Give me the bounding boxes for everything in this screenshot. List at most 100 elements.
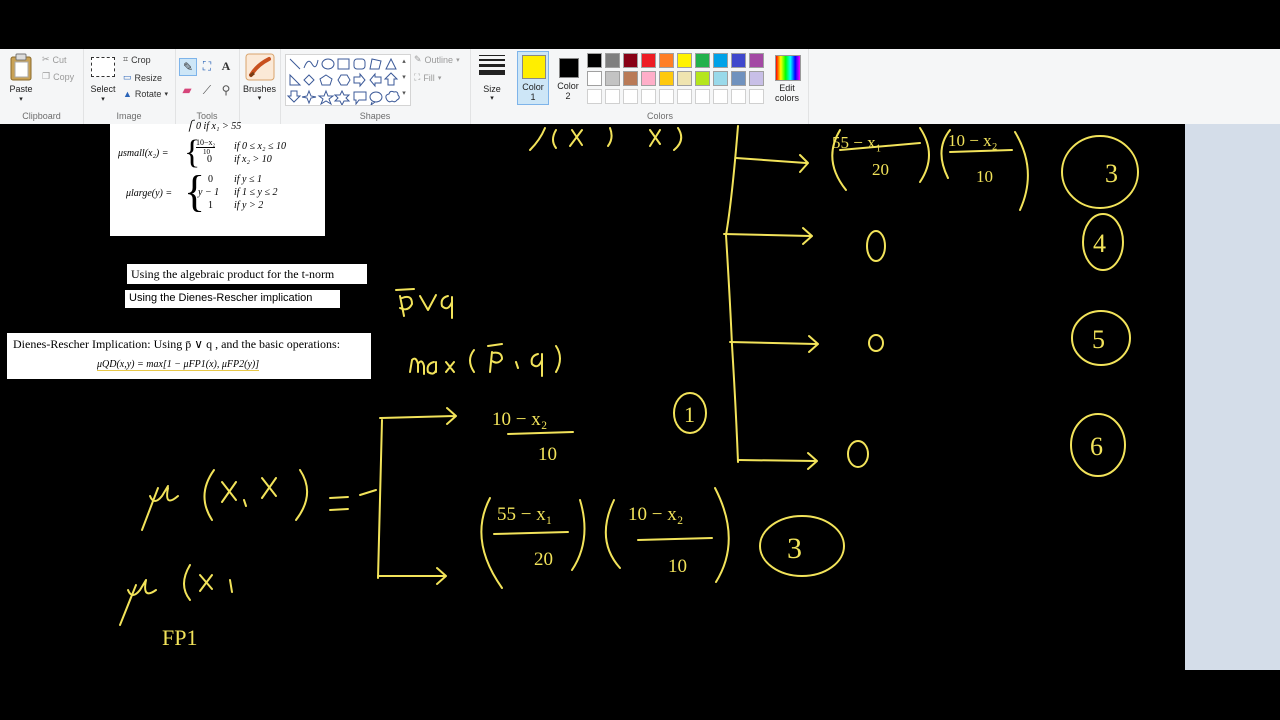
resize-button[interactable]: ▭ Resize xyxy=(123,72,162,83)
image-group: Select ▾ ⌗ Crop ▭ Resize ▲ Rotate ▾ Image xyxy=(83,49,176,124)
color-picker-icon[interactable]: ⟋ xyxy=(199,82,215,98)
palette-color-swatch[interactable] xyxy=(713,71,728,86)
workspace-background-right xyxy=(1185,124,1280,670)
shapes-gallery[interactable] xyxy=(285,54,411,107)
fill-button[interactable]: ⛶ Fill ▾ xyxy=(414,72,441,83)
six-point-star-shape-icon[interactable] xyxy=(333,89,351,107)
implication-note-text: Using the Dienes-Rescher implication xyxy=(129,292,313,304)
palette-color-swatch[interactable] xyxy=(695,53,710,68)
polygon-shape-icon[interactable] xyxy=(369,58,382,70)
up-arrow-shape-icon[interactable] xyxy=(383,72,399,86)
palette-color-swatch[interactable] xyxy=(587,71,602,86)
rounded-rect-shape-icon[interactable] xyxy=(353,58,366,70)
diamond-shape-icon[interactable] xyxy=(303,74,315,86)
palette-color-swatch[interactable] xyxy=(659,71,674,86)
custom-color-slot[interactable] xyxy=(749,89,764,104)
rectangle-shape-icon[interactable] xyxy=(337,58,350,70)
outline-button[interactable]: ✎ Outline ▾ xyxy=(414,54,460,65)
palette-color-swatch[interactable] xyxy=(731,53,746,68)
right-arrow-shape-icon[interactable] xyxy=(353,72,366,88)
outline-label: Outline xyxy=(424,54,454,65)
colors-group-label: Colors xyxy=(646,111,673,121)
magnifier-icon[interactable]: ⚲ xyxy=(218,82,234,98)
size-button[interactable]: Size ▾ xyxy=(474,53,510,107)
palette-color-swatch[interactable] xyxy=(623,71,638,86)
palette-color-swatch[interactable] xyxy=(677,53,692,68)
oval-shape-icon[interactable] xyxy=(321,58,335,70)
palette-color-swatch[interactable] xyxy=(731,71,746,86)
custom-color-slot[interactable] xyxy=(659,89,674,104)
palette-color-swatch[interactable] xyxy=(713,53,728,68)
clipboard-group: Paste ▾ ✂ Cut ❐ Copy Clipboard xyxy=(0,49,84,124)
l1-cond: if y ≤ 1 xyxy=(234,174,262,185)
edit-colors-button[interactable]: Edit colors xyxy=(770,53,804,107)
ribbon: Paste ▾ ✂ Cut ❐ Copy Clipboard Select ▾ ⌗ C… xyxy=(0,49,1280,125)
palette-color-swatch[interactable] xyxy=(749,53,764,68)
palette-color-swatch[interactable] xyxy=(659,53,674,68)
four-point-star-shape-icon[interactable] xyxy=(301,89,317,105)
copy-icon: ❐ xyxy=(42,71,51,81)
custom-color-slot[interactable] xyxy=(605,89,620,104)
custom-color-slot[interactable] xyxy=(713,89,728,104)
color2-button[interactable]: Color 2 xyxy=(553,51,583,105)
curve-shape-icon[interactable] xyxy=(303,59,319,69)
letterbox-top xyxy=(0,0,1280,49)
clip1-line0: ⎧ 0 if x₁ > 55 xyxy=(186,121,242,132)
palette-color-swatch[interactable] xyxy=(641,71,656,86)
copy-button[interactable]: ❐ Copy xyxy=(42,71,74,82)
crop-button[interactable]: ⌗ Crop xyxy=(123,54,151,65)
shapes-group: ▴ ▾ ▾ ✎ Outline ▾ ⛶ Fill ▾ Shapes xyxy=(280,49,471,124)
custom-color-slot[interactable] xyxy=(731,89,746,104)
hexagon-shape-icon[interactable] xyxy=(337,74,351,86)
select-button[interactable]: Select ▾ xyxy=(88,55,118,105)
rotate-label: Rotate xyxy=(134,89,162,99)
brushes-label: Brushes xyxy=(242,84,277,94)
l2-val: y − 1 xyxy=(198,187,220,198)
paste-dropdown-icon[interactable]: ▾ xyxy=(6,95,36,103)
custom-color-slot[interactable] xyxy=(641,89,656,104)
palette-color-swatch[interactable] xyxy=(623,53,638,68)
rotate-dropdown-icon: ▾ xyxy=(164,91,168,98)
shapes-scroll[interactable]: ▴ ▾ ▾ xyxy=(399,54,409,104)
palette-color-swatch[interactable] xyxy=(641,53,656,68)
t-norm-note-text: Using the algebraic product for the t-no… xyxy=(131,267,335,281)
palette-color-swatch[interactable] xyxy=(749,71,764,86)
scissors-icon: ✂ xyxy=(42,54,50,64)
palette-color-swatch[interactable] xyxy=(677,71,692,86)
paste-button[interactable]: Paste ▾ xyxy=(6,53,36,105)
right-triangle-shape-icon[interactable] xyxy=(289,73,302,86)
callout-oval-shape-icon[interactable] xyxy=(369,91,383,107)
down-arrow-shape-icon[interactable] xyxy=(286,90,302,103)
text-tool-icon[interactable]: A xyxy=(218,58,234,74)
callout-cloud-shape-icon[interactable] xyxy=(385,90,400,103)
left-arrow-shape-icon[interactable] xyxy=(369,72,382,88)
palette-color-swatch[interactable] xyxy=(605,71,620,86)
palette-color-swatch[interactable] xyxy=(695,71,710,86)
custom-color-slot[interactable] xyxy=(623,89,638,104)
resize-label: Resize xyxy=(134,72,163,83)
custom-color-slot[interactable] xyxy=(677,89,692,104)
custom-color-slot[interactable] xyxy=(587,89,602,104)
color1-button[interactable]: Color 1 xyxy=(517,51,549,105)
pentagon-shape-icon[interactable] xyxy=(319,74,333,86)
rotate-button[interactable]: ▲ Rotate ▾ xyxy=(123,89,168,99)
fill-bucket-icon[interactable]: ⛶ xyxy=(199,58,215,74)
five-point-star-shape-icon[interactable] xyxy=(317,89,335,106)
color2-label: Color 2 xyxy=(557,81,579,101)
select-dropdown-icon[interactable]: ▾ xyxy=(88,95,118,103)
size-dropdown-icon: ▾ xyxy=(490,95,494,102)
palette-color-swatch[interactable] xyxy=(587,53,602,68)
custom-color-slot[interactable] xyxy=(695,89,710,104)
cut-button[interactable]: ✂ Cut xyxy=(42,54,67,65)
line-shape-icon[interactable] xyxy=(289,58,301,70)
pencil-icon[interactable]: ✎ xyxy=(179,58,197,76)
pasted-implication-note: Using the Dienes-Rescher implication xyxy=(125,290,340,308)
size-label: Size xyxy=(483,84,501,94)
fill-icon: ⛶ xyxy=(414,72,421,82)
palette-color-swatch[interactable] xyxy=(605,53,620,68)
eraser-icon[interactable]: ▰ xyxy=(179,82,195,98)
fill-label: Fill xyxy=(423,72,435,83)
triangle-shape-icon[interactable] xyxy=(385,57,397,70)
brushes-group[interactable]: Brushes ▾ xyxy=(239,49,281,124)
callout-rect-shape-icon[interactable] xyxy=(353,91,367,106)
